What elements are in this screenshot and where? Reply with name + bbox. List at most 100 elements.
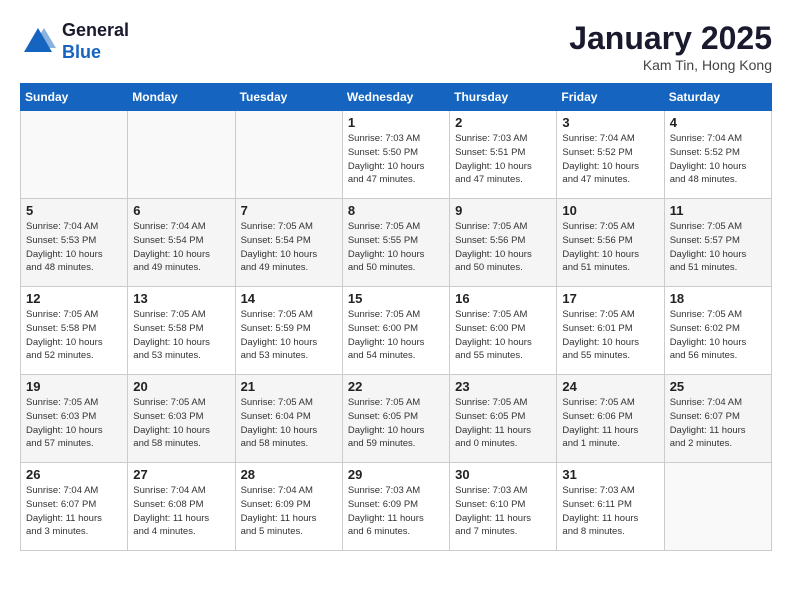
calendar-cell: [664, 463, 771, 551]
week-row-3: 12 Sunrise: 7:05 AM Sunset: 5:58 PM Dayli…: [21, 287, 772, 375]
calendar-cell: 6 Sunrise: 7:04 AM Sunset: 5:54 PM Daylig…: [128, 199, 235, 287]
day-number: 21: [241, 379, 337, 394]
day-info: Sunrise: 7:04 AM Sunset: 6:07 PM Dayligh…: [670, 396, 766, 451]
day-number: 18: [670, 291, 766, 306]
day-info: Sunrise: 7:04 AM Sunset: 5:52 PM Dayligh…: [562, 132, 658, 187]
day-info: Sunrise: 7:05 AM Sunset: 5:57 PM Dayligh…: [670, 220, 766, 275]
day-number: 12: [26, 291, 122, 306]
calendar-cell: 20 Sunrise: 7:05 AM Sunset: 6:03 PM Dayli…: [128, 375, 235, 463]
day-info: Sunrise: 7:05 AM Sunset: 6:00 PM Dayligh…: [455, 308, 551, 363]
calendar-cell: 4 Sunrise: 7:04 AM Sunset: 5:52 PM Daylig…: [664, 111, 771, 199]
day-info: Sunrise: 7:05 AM Sunset: 5:56 PM Dayligh…: [562, 220, 658, 275]
day-info: Sunrise: 7:04 AM Sunset: 6:08 PM Dayligh…: [133, 484, 229, 539]
logo-icon: [20, 24, 56, 60]
day-number: 1: [348, 115, 444, 130]
day-info: Sunrise: 7:05 AM Sunset: 6:01 PM Dayligh…: [562, 308, 658, 363]
day-info: Sunrise: 7:05 AM Sunset: 6:03 PM Dayligh…: [133, 396, 229, 451]
calendar-cell: 17 Sunrise: 7:05 AM Sunset: 6:01 PM Dayli…: [557, 287, 664, 375]
day-info: Sunrise: 7:05 AM Sunset: 5:58 PM Dayligh…: [133, 308, 229, 363]
calendar-cell: 26 Sunrise: 7:04 AM Sunset: 6:07 PM Dayli…: [21, 463, 128, 551]
day-info: Sunrise: 7:04 AM Sunset: 6:07 PM Dayligh…: [26, 484, 122, 539]
day-number: 31: [562, 467, 658, 482]
day-number: 11: [670, 203, 766, 218]
calendar-cell: [128, 111, 235, 199]
day-info: Sunrise: 7:04 AM Sunset: 5:52 PM Dayligh…: [670, 132, 766, 187]
logo: General Blue: [20, 20, 129, 63]
day-number: 25: [670, 379, 766, 394]
day-number: 7: [241, 203, 337, 218]
day-number: 6: [133, 203, 229, 218]
calendar-cell: 18 Sunrise: 7:05 AM Sunset: 6:02 PM Dayli…: [664, 287, 771, 375]
title-block: January 2025 Kam Tin, Hong Kong: [569, 20, 772, 73]
calendar-cell: 3Sunrise: 7:04 AM Sunset: 5:52 PM Daylig…: [557, 111, 664, 199]
calendar-cell: 16Sunrise: 7:05 AM Sunset: 6:00 PM Dayli…: [450, 287, 557, 375]
weekday-saturday: Saturday: [664, 84, 771, 111]
day-info: Sunrise: 7:05 AM Sunset: 5:55 PM Dayligh…: [348, 220, 444, 275]
day-number: 19: [26, 379, 122, 394]
day-number: 10: [562, 203, 658, 218]
calendar-cell: 9Sunrise: 7:05 AM Sunset: 5:56 PM Daylig…: [450, 199, 557, 287]
calendar-table: SundayMondayTuesdayWednesdayThursdayFrid…: [20, 83, 772, 551]
day-number: 15: [348, 291, 444, 306]
calendar-cell: [235, 111, 342, 199]
day-info: Sunrise: 7:03 AM Sunset: 6:11 PM Dayligh…: [562, 484, 658, 539]
calendar-body: 1 Sunrise: 7:03 AM Sunset: 5:50 PM Daylig…: [21, 111, 772, 551]
calendar-cell: 21 Sunrise: 7:05 AM Sunset: 6:04 PM Dayli…: [235, 375, 342, 463]
day-info: Sunrise: 7:04 AM Sunset: 5:53 PM Dayligh…: [26, 220, 122, 275]
calendar-cell: 8Sunrise: 7:05 AM Sunset: 5:55 PM Daylig…: [342, 199, 449, 287]
calendar-cell: 1 Sunrise: 7:03 AM Sunset: 5:50 PM Daylig…: [342, 111, 449, 199]
day-number: 30: [455, 467, 551, 482]
logo-text: General Blue: [62, 20, 129, 63]
day-info: Sunrise: 7:03 AM Sunset: 5:50 PM Dayligh…: [348, 132, 444, 187]
page-header: General Blue January 2025 Kam Tin, Hong …: [20, 20, 772, 73]
day-info: Sunrise: 7:03 AM Sunset: 5:51 PM Dayligh…: [455, 132, 551, 187]
calendar-cell: 23 Sunrise: 7:05 AM Sunset: 6:05 PM Dayli…: [450, 375, 557, 463]
calendar-cell: 29 Sunrise: 7:03 AM Sunset: 6:09 PM Dayli…: [342, 463, 449, 551]
weekday-thursday: Thursday: [450, 84, 557, 111]
location: Kam Tin, Hong Kong: [569, 57, 772, 73]
calendar-cell: 25 Sunrise: 7:04 AM Sunset: 6:07 PM Dayli…: [664, 375, 771, 463]
calendar-cell: 7Sunrise: 7:05 AM Sunset: 5:54 PM Daylig…: [235, 199, 342, 287]
day-info: Sunrise: 7:05 AM Sunset: 6:02 PM Dayligh…: [670, 308, 766, 363]
calendar-cell: 13 Sunrise: 7:05 AM Sunset: 5:58 PM Dayli…: [128, 287, 235, 375]
day-number: 29: [348, 467, 444, 482]
day-number: 20: [133, 379, 229, 394]
day-number: 13: [133, 291, 229, 306]
week-row-5: 26 Sunrise: 7:04 AM Sunset: 6:07 PM Dayli…: [21, 463, 772, 551]
calendar-cell: 10 Sunrise: 7:05 AM Sunset: 5:56 PM Dayli…: [557, 199, 664, 287]
weekday-wednesday: Wednesday: [342, 84, 449, 111]
day-info: Sunrise: 7:05 AM Sunset: 6:03 PM Dayligh…: [26, 396, 122, 451]
day-number: 27: [133, 467, 229, 482]
day-number: 2: [455, 115, 551, 130]
weekday-tuesday: Tuesday: [235, 84, 342, 111]
weekday-friday: Friday: [557, 84, 664, 111]
calendar-cell: 31 Sunrise: 7:03 AM Sunset: 6:11 PM Dayli…: [557, 463, 664, 551]
day-number: 24: [562, 379, 658, 394]
day-info: Sunrise: 7:05 AM Sunset: 5:59 PM Dayligh…: [241, 308, 337, 363]
week-row-2: 5Sunrise: 7:04 AM Sunset: 5:53 PM Daylig…: [21, 199, 772, 287]
calendar-cell: 27 Sunrise: 7:04 AM Sunset: 6:08 PM Dayli…: [128, 463, 235, 551]
calendar-cell: 22Sunrise: 7:05 AM Sunset: 6:05 PM Dayli…: [342, 375, 449, 463]
calendar-cell: 28Sunrise: 7:04 AM Sunset: 6:09 PM Dayli…: [235, 463, 342, 551]
calendar-cell: 5Sunrise: 7:04 AM Sunset: 5:53 PM Daylig…: [21, 199, 128, 287]
week-row-4: 19 Sunrise: 7:05 AM Sunset: 6:03 PM Dayli…: [21, 375, 772, 463]
week-row-1: 1 Sunrise: 7:03 AM Sunset: 5:50 PM Daylig…: [21, 111, 772, 199]
day-info: Sunrise: 7:05 AM Sunset: 6:05 PM Dayligh…: [455, 396, 551, 451]
day-info: Sunrise: 7:03 AM Sunset: 6:09 PM Dayligh…: [348, 484, 444, 539]
weekday-header-row: SundayMondayTuesdayWednesdayThursdayFrid…: [21, 84, 772, 111]
calendar-cell: 2 Sunrise: 7:03 AM Sunset: 5:51 PM Daylig…: [450, 111, 557, 199]
day-number: 14: [241, 291, 337, 306]
calendar-cell: [21, 111, 128, 199]
day-number: 4: [670, 115, 766, 130]
day-info: Sunrise: 7:05 AM Sunset: 6:00 PM Dayligh…: [348, 308, 444, 363]
day-info: Sunrise: 7:05 AM Sunset: 6:05 PM Dayligh…: [348, 396, 444, 451]
month-title: January 2025: [569, 20, 772, 57]
weekday-monday: Monday: [128, 84, 235, 111]
day-info: Sunrise: 7:05 AM Sunset: 5:58 PM Dayligh…: [26, 308, 122, 363]
day-number: 26: [26, 467, 122, 482]
day-number: 23: [455, 379, 551, 394]
day-number: 17: [562, 291, 658, 306]
day-info: Sunrise: 7:04 AM Sunset: 5:54 PM Dayligh…: [133, 220, 229, 275]
calendar-cell: 12 Sunrise: 7:05 AM Sunset: 5:58 PM Dayli…: [21, 287, 128, 375]
day-info: Sunrise: 7:05 AM Sunset: 6:04 PM Dayligh…: [241, 396, 337, 451]
